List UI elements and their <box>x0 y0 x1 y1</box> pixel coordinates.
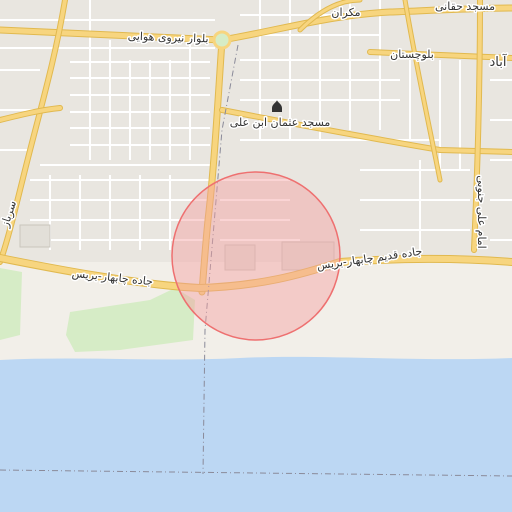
label-street-imam-ali: امام علی جنوبی <box>475 175 488 249</box>
park-area-west <box>0 268 22 340</box>
label-mosque-haqqani: مسجد حقانی <box>435 0 495 13</box>
roundabout <box>212 30 232 50</box>
label-street-baluchestan: بلوچستان <box>390 48 434 61</box>
label-street-makran: مکران <box>331 6 360 19</box>
sea-area <box>0 356 512 512</box>
label-mosque-uthman: مسجد عثمان ابن علی <box>230 116 331 129</box>
highlight-circle[interactable] <box>171 171 341 341</box>
map-canvas[interactable]: بلوار نیروی هوایی مکران مسجد حقانی بلوچس… <box>0 0 512 512</box>
map-view[interactable]: بلوار نیروی هوایی مکران مسجد حقانی بلوچس… <box>0 0 512 512</box>
label-place-abad: آباد <box>490 53 508 70</box>
